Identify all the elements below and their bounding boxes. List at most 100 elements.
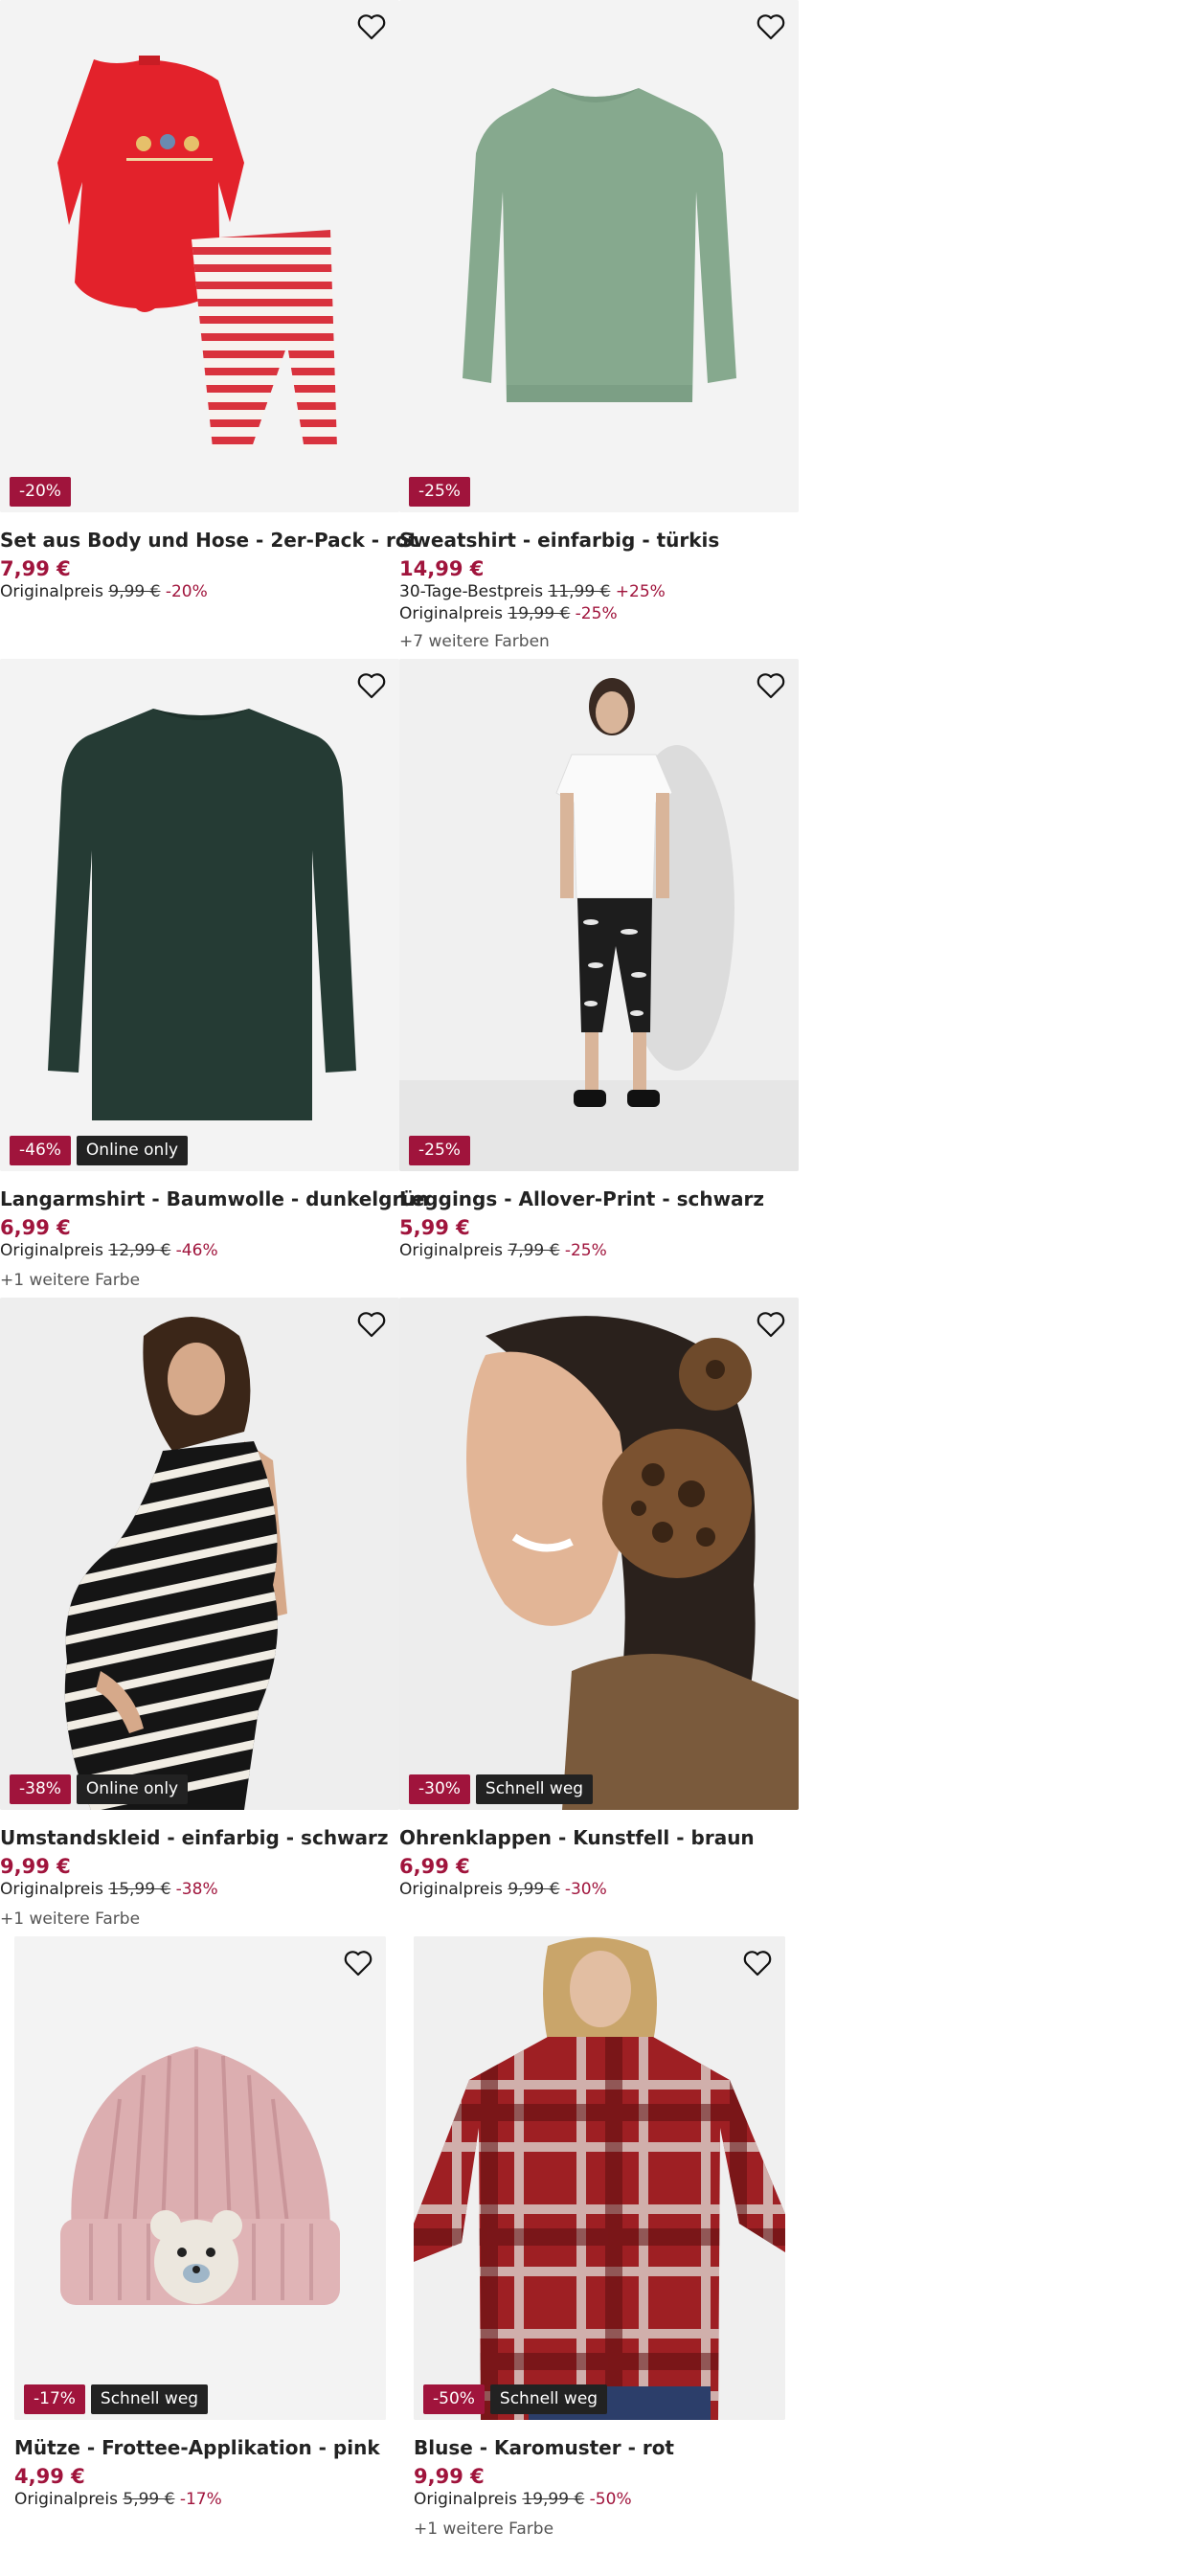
schnell-weg-badge: Schnell weg: [90, 2384, 209, 2414]
product-image[interactable]: -38% Online only: [0, 1298, 399, 1810]
product-image[interactable]: -30% Schnell weg: [399, 1298, 799, 1810]
product-price: 9,99 €: [414, 2465, 485, 2488]
wishlist-heart-icon[interactable]: [342, 1948, 374, 1978]
product-price: 9,99 €: [0, 1855, 71, 1878]
leggings-model-image: [399, 659, 799, 1171]
original-price-label: Originalpreis: [399, 1880, 503, 1899]
online-only-badge: Online only: [76, 1136, 189, 1165]
product-title[interactable]: Leggings - Allover-Print - schwarz: [399, 1186, 799, 1211]
more-colors-link[interactable]: +7 weitere Farben: [399, 631, 799, 653]
product-title[interactable]: Ohrenklappen - Kunstfell - braun: [399, 1825, 799, 1850]
original-price-row: Originalpreis 15,99 € -38%: [0, 1879, 399, 1901]
earmuffs-model-image: [399, 1298, 799, 1810]
more-colors-link[interactable]: +1 weitere Farbe: [0, 1909, 399, 1931]
baby-set-image: [0, 0, 399, 512]
bestprice-price: 11,99 €: [548, 582, 611, 601]
bestprice-label: 30-Tage-Bestpreis: [399, 582, 544, 601]
original-price-label: Originalpreis: [0, 582, 103, 601]
product-image[interactable]: -50% Schnell weg: [414, 1936, 785, 2420]
original-price-label: Originalpreis: [399, 604, 503, 623]
product-card[interactable]: -46% Online only Langarmshirt - Baumwoll…: [0, 659, 429, 1292]
product-title[interactable]: Set aus Body und Hose - 2er-Pack - rot: [0, 528, 418, 553]
discount-badge: -46%: [10, 1136, 71, 1165]
original-price-pct: -46%: [175, 1241, 218, 1260]
discount-badge: -50%: [423, 2384, 485, 2414]
bestprice-pct: +25%: [615, 582, 666, 601]
plaid-blouse-model-image: [414, 1936, 785, 2420]
product-grid: -20% Set aus Body und Hose - 2er-Pack - …: [0, 0, 1197, 2576]
badge-group: -46% Online only: [10, 1136, 189, 1165]
original-price-pct: -25%: [564, 1241, 607, 1260]
product-image[interactable]: -17% Schnell weg: [14, 1936, 386, 2420]
product-title[interactable]: Sweatshirt - einfarbig - türkis: [399, 528, 799, 553]
product-price: 4,99 €: [14, 2465, 85, 2488]
original-price: 12,99 €: [108, 1241, 171, 1260]
original-price: 19,99 €: [508, 604, 571, 623]
product-title[interactable]: Mütze - Frottee-Applikation - pink: [14, 2435, 386, 2460]
product-card[interactable]: -30% Schnell weg Ohrenklappen - Kunstfel…: [399, 1298, 799, 1901]
wishlist-heart-icon[interactable]: [755, 11, 787, 42]
wishlist-heart-icon[interactable]: [755, 1309, 787, 1340]
wishlist-heart-icon[interactable]: [755, 670, 787, 701]
badge-group: -20%: [10, 477, 71, 507]
beanie-image: [14, 1936, 386, 2420]
original-price-row: Originalpreis 5,99 € -17%: [14, 2489, 386, 2511]
maternity-dress-image: [0, 1298, 399, 1810]
product-title[interactable]: Bluse - Karomuster - rot: [414, 2435, 785, 2460]
badge-group: -50% Schnell weg: [423, 2384, 608, 2414]
original-price-pct: -38%: [175, 1880, 218, 1899]
product-image[interactable]: -25%: [399, 659, 799, 1171]
product-card[interactable]: -25% Leggings - Allover-Print - schwarz …: [399, 659, 799, 1262]
product-image[interactable]: -25%: [399, 0, 799, 512]
original-price-row: Originalpreis 7,99 € -25%: [399, 1240, 799, 1262]
more-colors-link[interactable]: +1 weitere Farbe: [0, 1270, 399, 1292]
product-card[interactable]: -17% Schnell weg Mütze - Frottee-Applika…: [14, 1936, 386, 2511]
original-price-row: Originalpreis 12,99 € -46%: [0, 1240, 399, 1262]
discount-badge: -20%: [10, 477, 71, 507]
discount-badge: -17%: [24, 2384, 85, 2414]
product-price: 6,99 €: [0, 1216, 71, 1239]
longsleeve-image: [0, 659, 399, 1171]
original-price: 9,99 €: [108, 582, 161, 601]
product-card[interactable]: -20% Set aus Body und Hose - 2er-Pack - …: [0, 0, 418, 603]
product-image[interactable]: -46% Online only: [0, 659, 399, 1171]
original-price: 5,99 €: [123, 2490, 175, 2509]
product-title[interactable]: Umstandskleid - einfarbig - schwarz: [0, 1825, 399, 1850]
product-price: 7,99 €: [0, 557, 71, 580]
wishlist-heart-icon[interactable]: [355, 670, 388, 701]
badge-group: -30% Schnell weg: [409, 1774, 594, 1804]
original-price-pct: -25%: [575, 604, 618, 623]
wishlist-heart-icon[interactable]: [741, 1948, 774, 1978]
product-price: 14,99 €: [399, 557, 485, 580]
original-price-pct: -50%: [589, 2490, 632, 2509]
discount-badge: -25%: [409, 477, 470, 507]
product-card[interactable]: -38% Online only Umstandskleid - einfarb…: [0, 1298, 399, 1931]
wishlist-heart-icon[interactable]: [355, 11, 388, 42]
product-price: 6,99 €: [399, 1855, 470, 1878]
original-price-pct: -30%: [564, 1880, 607, 1899]
discount-badge: -38%: [10, 1774, 71, 1804]
original-price-label: Originalpreis: [399, 1241, 503, 1260]
wishlist-heart-icon[interactable]: [355, 1309, 388, 1340]
original-price-label: Originalpreis: [14, 2490, 118, 2509]
product-price: 5,99 €: [399, 1216, 470, 1239]
original-price-row: Originalpreis 9,99 € -20%: [0, 581, 399, 603]
discount-badge: -30%: [409, 1774, 470, 1804]
product-card[interactable]: -50% Schnell weg Bluse - Karomuster - ro…: [414, 1936, 785, 2541]
badge-group: -25%: [409, 1136, 470, 1165]
product-title[interactable]: Langarmshirt - Baumwolle - dunkelgrün: [0, 1186, 429, 1211]
discount-badge: -25%: [409, 1136, 470, 1165]
bestprice-row: 30-Tage-Bestpreis 11,99 € +25%: [399, 581, 799, 603]
product-card[interactable]: -25% Sweatshirt - einfarbig - türkis 14,…: [399, 0, 799, 653]
original-price-label: Originalpreis: [414, 2490, 517, 2509]
badge-group: -17% Schnell weg: [24, 2384, 209, 2414]
badge-group: -25%: [409, 477, 470, 507]
product-image[interactable]: -20%: [0, 0, 399, 512]
original-price-pct: -20%: [165, 582, 208, 601]
schnell-weg-badge: Schnell weg: [475, 1774, 594, 1804]
original-price-pct: -17%: [179, 2490, 222, 2509]
more-colors-link[interactable]: +1 weitere Farbe: [414, 2519, 785, 2541]
original-price-label: Originalpreis: [0, 1880, 103, 1899]
original-price: 9,99 €: [508, 1880, 560, 1899]
online-only-badge: Online only: [76, 1774, 189, 1804]
